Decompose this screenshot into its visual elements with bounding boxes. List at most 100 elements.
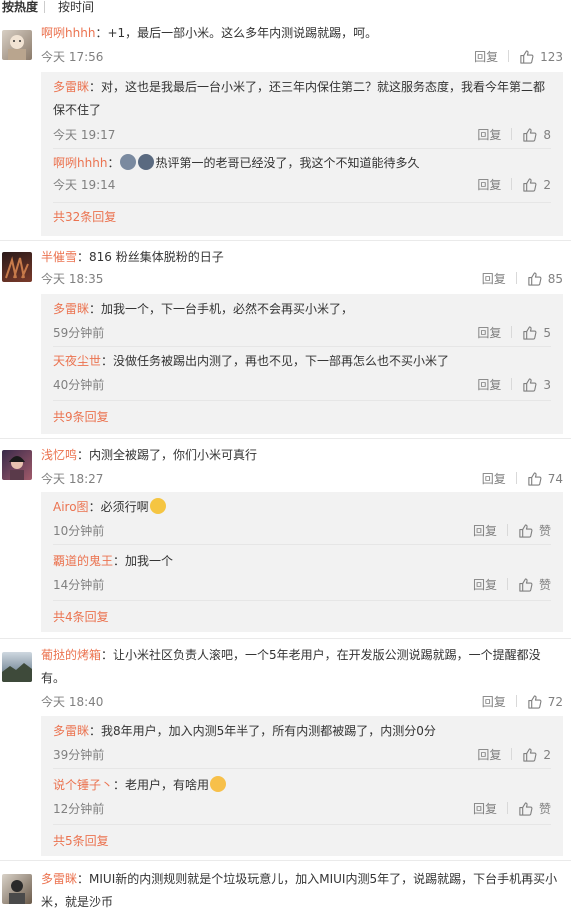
reply-actions: 回复 赞 [473, 800, 551, 818]
like-count: 123 [540, 50, 563, 64]
action-divider [515, 472, 517, 484]
comment-item: 半催雪：816 粉丝集体脱粉的日子 今天 18:35 回复 85 多雷眯：加我一个… [0, 246, 571, 436]
reply-text: Airo图：必须行啊 [53, 496, 551, 519]
avatar[interactable] [2, 450, 32, 480]
like-count: 赞 [538, 524, 551, 538]
thumbs-up-icon[interactable] [522, 127, 537, 142]
like-count: 赞 [538, 802, 551, 816]
action-divider [511, 178, 513, 190]
reply-button[interactable]: 回复 [477, 178, 501, 192]
reply-divider [53, 400, 551, 401]
reply-button[interactable]: 回复 [477, 128, 501, 142]
comment-time: 今天 18:27 [41, 472, 104, 486]
reply-username[interactable]: 多雷眯 [53, 724, 89, 738]
reply-button[interactable]: 回复 [477, 326, 501, 340]
reply-username[interactable]: Airo图 [53, 500, 89, 514]
thumbs-up-icon[interactable] [522, 325, 537, 340]
reply-button[interactable]: 回复 [473, 578, 497, 592]
reply-text: 多雷眯：对，这也是我最后一台小米了，还三年内保住第二？就这服务态度，我看今年第二… [53, 76, 551, 122]
reply-divider [53, 768, 551, 769]
comment-content: ：内测全被踢了，你们小米可真行 [77, 448, 258, 462]
thumbs-up-icon[interactable] [527, 694, 542, 709]
reply-username[interactable]: 天夜尘世 [53, 354, 101, 368]
avatar[interactable] [2, 874, 32, 904]
sort-divider [44, 1, 45, 13]
reply-actions: 回复 赞 [473, 576, 551, 594]
reply-button[interactable]: 回复 [474, 50, 498, 64]
comment-username[interactable]: 半催雪 [41, 250, 77, 264]
reply-content: ：没做任务被踢出内测了，再也不见，下一部再怎么也不买小米了 [101, 354, 450, 368]
avatar[interactable] [2, 30, 32, 60]
reply-actions: 回复 2 [477, 746, 551, 764]
thumbs-up-icon[interactable] [522, 177, 537, 192]
like-count: 85 [547, 272, 563, 286]
reply-button[interactable]: 回复 [477, 748, 501, 762]
comment-username[interactable]: 葡挞的烤箱 [41, 648, 101, 662]
reply-button[interactable]: 回复 [482, 695, 506, 709]
comment-text: 葡挞的烤箱：让小米社区负责人滚吧，一个5年老用户，在开发版公测说踢就踢，一个提醒… [41, 644, 563, 690]
reply-divider [53, 148, 551, 149]
avatar[interactable] [2, 252, 32, 282]
reply-time: 今天 19:14 [53, 178, 116, 192]
more-replies-link[interactable]: 共4条回复 [53, 608, 109, 626]
more-replies-link[interactable]: 共9条回复 [53, 408, 109, 426]
reply-content: ：我8年用户，加入内测5年半了，所有内测都被踢了，内测分0分 [89, 724, 436, 738]
reply-item: 天夜尘世：没做任务被踢出内测了，再也不见，下一部再怎么也不买小米了 40分钟前 … [53, 350, 551, 394]
comment-actions: 回复 123 [474, 48, 563, 66]
reply-actions: 回复 2 [477, 176, 551, 194]
action-divider [506, 524, 508, 536]
like-count: 2 [543, 748, 551, 762]
thumbs-up-icon[interactable] [519, 49, 534, 64]
comment-item: 啊咧hhhh：+1，最后一部小米。这么多年内测说踢就踢，呵。 今天 17:56 … [0, 24, 571, 242]
reply-button[interactable]: 回复 [482, 472, 506, 486]
reply-item: 多雷眯：对，这也是我最后一台小米了，还三年内保住第二？就这服务态度，我看今年第二… [53, 76, 551, 142]
sort-by-hot-tab[interactable]: 按热度 [2, 0, 38, 15]
comment-username[interactable]: 多雷眯 [41, 872, 77, 886]
action-divider [506, 802, 508, 814]
reply-username[interactable]: 啊咧hhhh [53, 156, 107, 170]
reply-username[interactable]: 覇道的鬼王 [53, 554, 113, 568]
reply-content: 热评第一的老哥已经没了，我这个不知道能待多久 [155, 156, 420, 170]
reply-button[interactable]: 回复 [477, 378, 501, 392]
reply-divider [53, 202, 551, 203]
reply-time: 今天 19:17 [53, 128, 116, 142]
reply-content: ：加我一个，下一台手机，必然不会再买小米了， [89, 302, 354, 316]
reply-username[interactable]: 多雷眯 [53, 80, 89, 94]
reply-box: 多雷眯：加我一个，下一台手机，必然不会再买小米了， 59分钟前 回复 5 天夜尘世… [41, 294, 563, 434]
more-replies-link[interactable]: 共32条回复 [53, 208, 116, 226]
reply-content: ：必须行啊 [88, 500, 149, 514]
like-count: 3 [543, 378, 551, 392]
thumbs-up-icon[interactable] [518, 801, 533, 816]
thumbs-up-icon[interactable] [518, 577, 533, 592]
action-divider [515, 272, 517, 284]
action-divider [511, 378, 513, 390]
comment-content: ：让小米社区负责人滚吧，一个5年老用户，在开发版公测说踢就踢，一个提醒都没有。 [41, 648, 541, 685]
thumbs-up-icon[interactable] [522, 747, 537, 762]
reply-username[interactable]: 说个锤子丶 [53, 778, 113, 792]
like-count: 72 [547, 695, 563, 709]
like-count: 8 [543, 128, 551, 142]
comment-text: 半催雪：816 粉丝集体脱粉的日子 [41, 246, 563, 269]
comment-item: 葡挞的烤箱：让小米社区负责人滚吧，一个5年老用户，在开发版公测说踢就踢，一个提醒… [0, 644, 571, 858]
emoji-icon [138, 154, 155, 170]
comment-username[interactable]: 浅忆鸣 [41, 448, 77, 462]
reply-item: 啊咧hhhh： 热评第一的老哥已经没了，我这个不知道能待多久 今天 19:14 回… [53, 152, 551, 196]
more-replies-link[interactable]: 共5条回复 [53, 832, 109, 850]
thumbs-up-icon[interactable] [522, 377, 537, 392]
reply-button[interactable]: 回复 [473, 802, 497, 816]
thumbs-up-icon[interactable] [518, 523, 533, 538]
reply-button[interactable]: 回复 [473, 524, 497, 538]
reply-time: 10分钟前 [53, 524, 105, 538]
reply-username[interactable]: 多雷眯 [53, 302, 89, 316]
comment-username[interactable]: 啊咧hhhh [41, 26, 95, 40]
comment-time: 今天 18:40 [41, 695, 104, 709]
reply-text: 说个锤子丶：老用户，有啥用 [53, 774, 551, 797]
comment-content: ：+1，最后一部小米。这么多年内测说踢就踢，呵。 [95, 26, 378, 40]
reply-button[interactable]: 回复 [482, 272, 506, 286]
sort-by-time-tab[interactable]: 按时间 [58, 0, 94, 15]
emoji-icon [149, 498, 166, 514]
comment-content: ：816 粉丝集体脱粉的日子 [77, 250, 224, 264]
thumbs-up-icon[interactable] [527, 471, 542, 486]
thumbs-up-icon[interactable] [527, 271, 542, 286]
avatar[interactable] [2, 652, 32, 682]
